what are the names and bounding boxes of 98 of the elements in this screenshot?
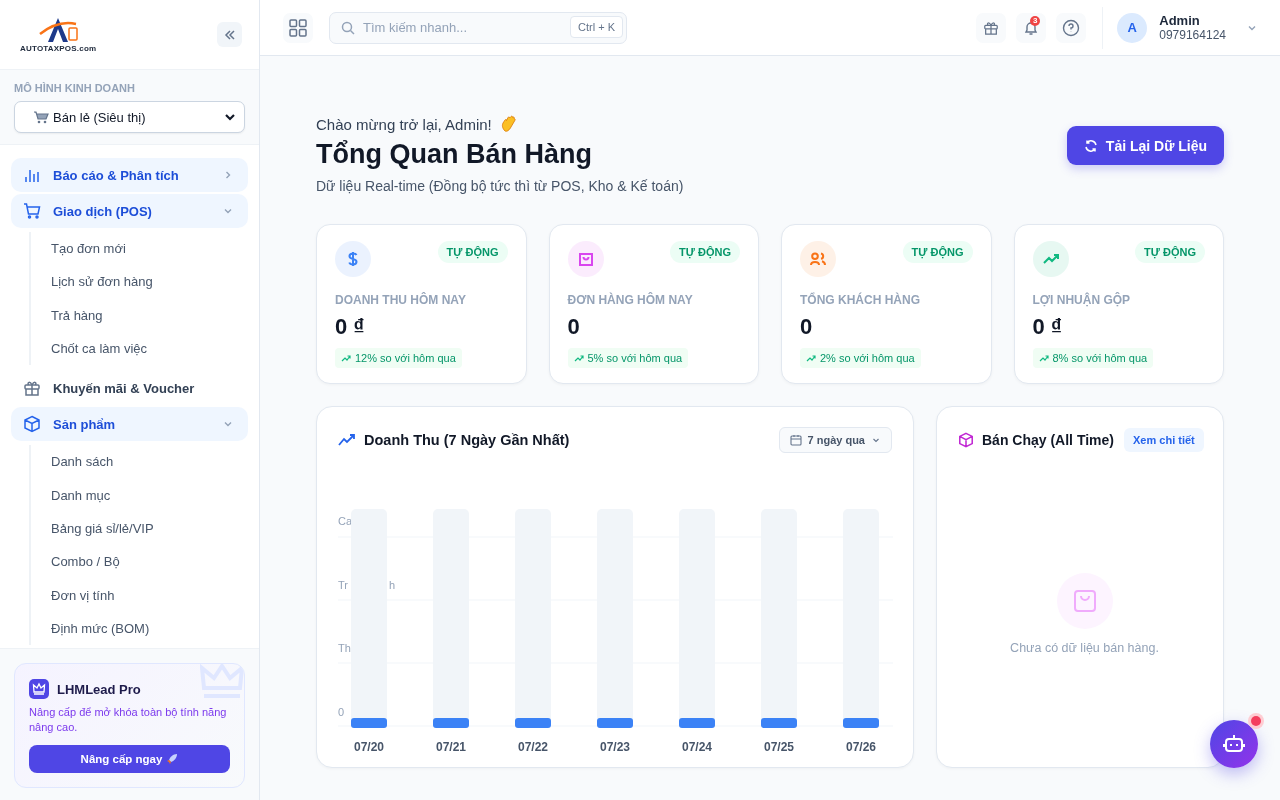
trend-pill: 8% so với hôm qua (1032, 348, 1154, 368)
grid-icon (289, 18, 307, 37)
page-subtitle: Dữ liệu Real-time (Đồng bộ tức thì từ POS, Kho & Kế toán) (316, 178, 684, 194)
robot-icon (1223, 734, 1245, 754)
double-chevron-left-icon (222, 27, 237, 42)
crown-icon (29, 679, 49, 699)
axis-label: 0 (338, 706, 345, 718)
nav-item[interactable]: Giao dịch (POS) (11, 194, 248, 228)
axis-label: Ca (338, 515, 353, 527)
axis-label: 07/22 (518, 740, 548, 754)
box-icon (23, 415, 41, 434)
auto-badge: TỰ ĐỘNG (437, 241, 508, 263)
nav-subitem[interactable]: Bảng giá sỉ/lẻ/VIP (31, 511, 248, 546)
nav-subitem[interactable]: Lịch sử đơn hàng (31, 265, 248, 299)
stat-value: 0 ₫ (335, 314, 365, 340)
trend-up-icon (1038, 353, 1049, 363)
section-label: MÔ HÌNH KINH DOANH (14, 82, 136, 94)
axis-label: 07/23 (600, 740, 630, 754)
nav-subitem[interactable]: Danh mục (31, 478, 248, 512)
range-dropdown[interactable]: 7 ngày qua (778, 427, 892, 453)
trend-up-icon (338, 433, 356, 447)
stat-value: 0 ₫ (1032, 314, 1063, 340)
user-menu[interactable]: A Admin 0979164124 (1102, 6, 1258, 49)
user-phone: 0979164124 (1159, 28, 1226, 42)
gift-icon (983, 19, 1000, 36)
stat-label: DOANH THU HÔM NAY (335, 293, 466, 307)
stat-label: ĐƠN HÀNG HÔM NAY (567, 293, 693, 307)
trend-up-icon (573, 353, 584, 363)
user-name: Admin (1159, 13, 1201, 28)
card-title: Bán Chạy (All Time) (982, 432, 1114, 448)
auto-badge: TỰ ĐỘNG (1135, 241, 1205, 263)
axis-label: 07/24 (682, 740, 712, 754)
trend-pill: 12% so với hôm qua (335, 348, 462, 368)
empty-message: Chưa có dữ liệu bán hàng. (1010, 641, 1159, 655)
nav-subitem[interactable]: Trả hàng (31, 298, 248, 332)
shortcut-key: Ctrl + K (570, 15, 623, 38)
refresh-icon (1083, 138, 1098, 153)
trend-up-icon (806, 353, 816, 363)
bag-icon (1071, 588, 1098, 614)
auto-badge: TỰ ĐỘNG (902, 241, 973, 263)
bar (761, 718, 797, 728)
promo-title: LHMLead Pro (57, 681, 141, 697)
bar (679, 718, 715, 728)
axis-label: 07/25 (764, 740, 794, 754)
bar (433, 718, 469, 728)
reload-button[interactable]: Tải Lại Dữ Liệu (1066, 126, 1224, 165)
help-icon (1062, 18, 1081, 37)
axis-label: Th (338, 642, 351, 654)
nav-subitem[interactable]: Chốt ca làm việc (31, 331, 248, 366)
logo-text: AUTOTAXPOS.com (20, 44, 97, 53)
view-details-button[interactable]: Xem chi tiết (1124, 428, 1204, 452)
nav-subitem[interactable]: Tạo đơn mới (31, 232, 248, 266)
auto-badge: TỰ ĐỘNG (670, 241, 740, 263)
stat-value: 0 (567, 314, 580, 340)
nav-subitem[interactable]: Combo / Bộ (31, 545, 248, 579)
axis-label: 07/21 (436, 740, 466, 754)
greeting: Chào mừng trở lại, Admin! (316, 115, 492, 133)
cart-icon (33, 110, 49, 124)
chevron-down-icon (224, 111, 236, 123)
alert-dot (1251, 716, 1261, 726)
cart-icon (23, 202, 41, 220)
nav-subitem[interactable]: Định mức (BOM) (31, 611, 248, 645)
promo-text: Nâng cấp để mở khóa toàn bộ tính năng nâng cao. (29, 705, 228, 735)
axis-label: 07/26 (846, 740, 876, 754)
box-icon (958, 432, 974, 448)
bar (843, 718, 879, 728)
notifications-button[interactable]: 3 (1016, 12, 1047, 43)
stat-value: 0 (800, 314, 813, 340)
trend-pill: 5% so với hôm qua (567, 348, 689, 368)
apps-button[interactable] (283, 12, 313, 43)
bar (351, 718, 387, 728)
help-button[interactable] (1056, 12, 1087, 43)
business-model-select[interactable]: Bán lẻ (Siêu thị) (14, 101, 245, 133)
user-avatar: A (1117, 12, 1148, 43)
axis-label: 07/20 (354, 740, 384, 754)
rocket-icon (166, 753, 179, 765)
stat-label: LỢI NHUẬN GỘP (1032, 293, 1131, 307)
bar (515, 718, 551, 728)
upgrade-button[interactable]: Nâng cấp ngay (29, 745, 230, 773)
nav-item[interactable]: Sản phẩm (11, 407, 248, 442)
collapse-button[interactable] (217, 22, 242, 47)
search-icon (341, 20, 355, 35)
axis-label: h (389, 579, 396, 591)
axis-label: Tr (338, 579, 348, 591)
gift-icon (23, 379, 41, 398)
card-title: Doanh Thu (7 Ngày Gần Nhất) (364, 432, 570, 448)
nav-subitem[interactable]: Đơn vị tính (31, 578, 248, 612)
gift-button[interactable] (976, 12, 1007, 43)
bar (597, 718, 633, 728)
page-title: Tổng Quan Bán Hàng (316, 139, 593, 170)
nav-item[interactable]: Khuyến mãi & Voucher (11, 371, 248, 406)
calendar-icon (789, 434, 802, 446)
trend-up-icon (341, 353, 351, 363)
nav-subitem[interactable]: Danh sách (31, 445, 248, 479)
stat-label: TỔNG KHÁCH HÀNG (800, 293, 920, 307)
nav-item[interactable]: Báo cáo & Phân tích (11, 158, 248, 192)
notification-count: 3 (1030, 15, 1041, 26)
trend-pill: 2% so với hôm qua (800, 348, 921, 368)
